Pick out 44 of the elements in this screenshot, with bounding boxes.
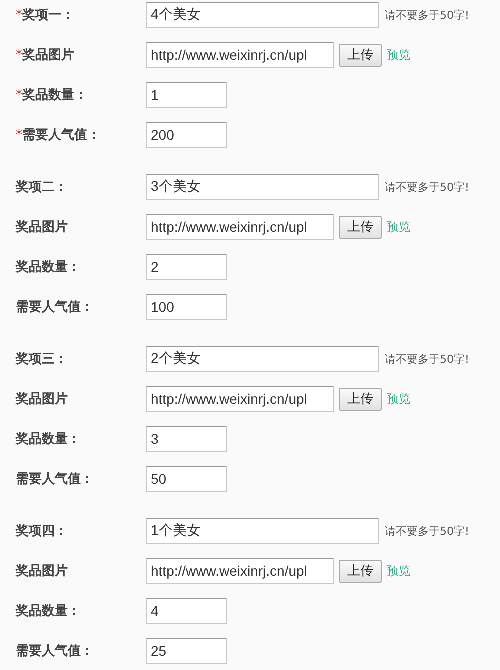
input-field[interactable]: 1个美女 <box>146 518 379 544</box>
field-label: 奖品图片 <box>22 48 74 63</box>
input-field[interactable]: 25 <box>146 638 227 664</box>
field-label: 奖品数量： <box>16 604 81 619</box>
upload-button[interactable]: 上传 <box>339 44 382 66</box>
input-field[interactable]: 50 <box>146 466 227 492</box>
field-label: 奖项三： <box>16 352 68 367</box>
hint-text: 请不要多于50字! <box>385 8 470 22</box>
input-field[interactable]: http://www.weixinrj.cn/upl <box>146 386 334 412</box>
field-label: 奖品图片 <box>16 392 68 407</box>
input-field[interactable]: 1 <box>146 82 227 108</box>
hint-text: 请不要多于50字! <box>385 524 470 538</box>
upload-button[interactable]: 上传 <box>339 216 382 238</box>
field-label: 奖品图片 <box>16 564 68 579</box>
hint-text: 请不要多于50字! <box>385 180 470 194</box>
upload-button[interactable]: 上传 <box>339 388 382 410</box>
required-mark: * <box>16 48 22 63</box>
upload-button[interactable]: 上传 <box>339 560 382 582</box>
input-field[interactable]: 2 <box>146 254 227 280</box>
input-field[interactable]: 4 <box>146 598 227 624</box>
required-mark: * <box>16 88 22 103</box>
input-field[interactable]: 3个美女 <box>146 174 379 200</box>
field-label: 奖项四： <box>16 524 68 539</box>
input-field[interactable]: 4个美女 <box>146 2 379 28</box>
field-label: 需要人气值： <box>16 472 94 487</box>
field-label: 奖品数量： <box>22 88 88 103</box>
input-field[interactable]: http://www.weixinrj.cn/upl <box>146 558 334 584</box>
hint-text: 请不要多于50字! <box>385 352 470 366</box>
input-field[interactable]: 200 <box>146 122 227 148</box>
field-label: 需要人气值： <box>16 300 94 315</box>
field-label: 需要人气值： <box>16 644 94 659</box>
field-label: 需要人气值： <box>22 128 100 143</box>
input-field[interactable]: http://www.weixinrj.cn/upl <box>146 214 334 240</box>
required-mark: * <box>16 128 22 143</box>
field-label: 奖品数量： <box>16 432 81 447</box>
required-mark: * <box>16 8 22 23</box>
field-label: 奖项二： <box>16 180 68 195</box>
field-label: 奖品数量： <box>16 260 81 275</box>
input-field[interactable]: 3 <box>146 426 227 452</box>
field-label: 奖品图片 <box>16 220 68 235</box>
input-field[interactable]: http://www.weixinrj.cn/upl <box>146 42 334 68</box>
input-field[interactable]: 2个美女 <box>146 346 379 372</box>
input-field[interactable]: 100 <box>146 294 227 320</box>
field-label: 奖项一： <box>22 8 74 23</box>
